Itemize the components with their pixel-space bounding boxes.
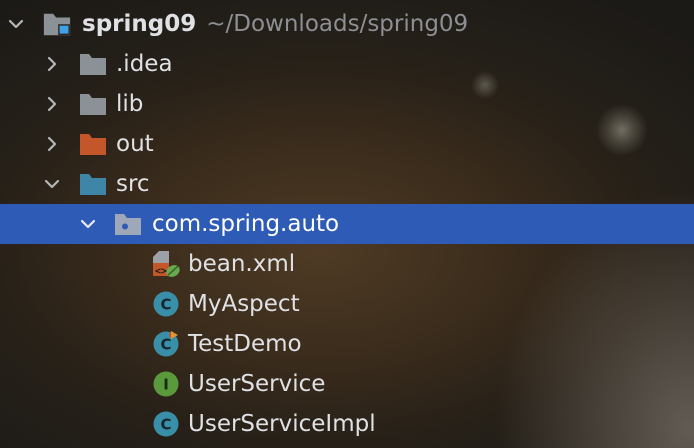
class-main-icon: C [151, 324, 181, 364]
project-path: ~/Downloads/spring09 [206, 11, 469, 37]
tree-item-src[interactable]: src [0, 164, 694, 204]
svg-text:C: C [160, 336, 171, 354]
tree-item-label: com.spring.auto [152, 211, 340, 237]
tree-item-myaspect[interactable]: C MyAspect [0, 284, 694, 324]
package-icon [113, 204, 143, 244]
tree-item-label: .idea [116, 51, 173, 77]
tree-item-label: bean.xml [188, 251, 296, 277]
tree-item-label: UserServiceImpl [188, 411, 376, 437]
chevron-down-icon[interactable] [6, 4, 26, 44]
tree-item-label: MyAspect [188, 291, 300, 317]
project-tree: spring09 ~/Downloads/spring09 .idea lib o… [0, 4, 694, 444]
tree-item-userservice[interactable]: I UserService [0, 364, 694, 404]
excluded-folder-icon [78, 124, 108, 164]
module-folder-icon [42, 4, 72, 44]
tree-item-spring09[interactable]: spring09 ~/Downloads/spring09 [0, 4, 694, 44]
tree-item-label: src [116, 171, 150, 197]
project-name: spring09 [82, 11, 197, 37]
folder-icon [78, 44, 108, 84]
tree-item-userserviceimpl[interactable]: C UserServiceImpl [0, 404, 694, 444]
chevron-down-icon[interactable] [42, 164, 62, 204]
tree-item-com-spring-auto[interactable]: com.spring.auto [0, 204, 694, 244]
svg-text:I: I [163, 376, 169, 394]
tree-item-label: lib [116, 91, 144, 117]
chevron-right-icon[interactable] [42, 84, 62, 124]
tree-item-bean-xml[interactable]: <> bean.xml [0, 244, 694, 284]
folder-icon [78, 84, 108, 124]
chevron-right-icon[interactable] [42, 44, 62, 84]
tree-item-testdemo[interactable]: C TestDemo [0, 324, 694, 364]
svg-text:<>: <> [155, 266, 167, 277]
tree-item-lib[interactable]: lib [0, 84, 694, 124]
svg-text:C: C [160, 296, 171, 314]
chevron-right-icon[interactable] [42, 124, 62, 164]
spring-xml-icon: <> [151, 244, 181, 284]
interface-icon: I [151, 364, 181, 404]
tree-item-label: out [116, 131, 154, 157]
class-icon: C [151, 404, 181, 444]
svg-text:C: C [160, 416, 171, 434]
tree-item-label: UserService [188, 371, 326, 397]
tree-item-out[interactable]: out [0, 124, 694, 164]
source-folder-icon [78, 164, 108, 204]
tree-item-label: TestDemo [188, 331, 302, 357]
class-icon: C [151, 284, 181, 324]
tree-item-idea[interactable]: .idea [0, 44, 694, 84]
chevron-down-icon[interactable] [78, 204, 98, 244]
